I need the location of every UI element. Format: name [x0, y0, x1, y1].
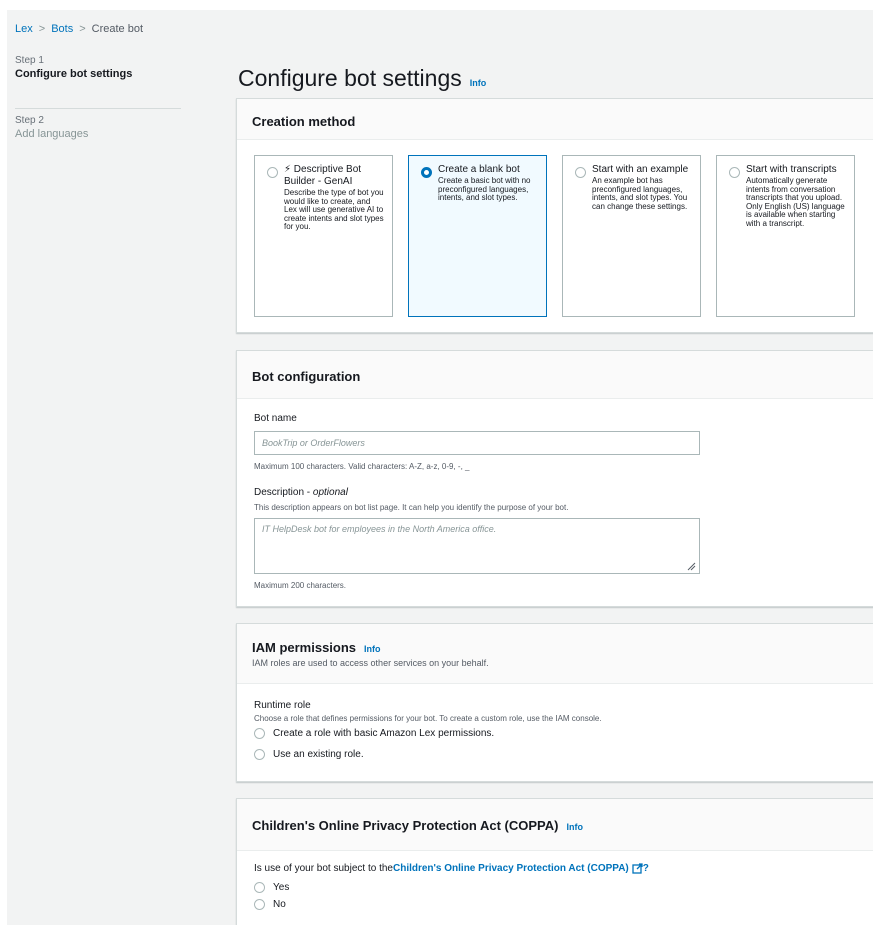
coppa-header: Children's Online Privacy Protection Act… [237, 799, 873, 851]
tile-blank-bot-body: Create a basic bot with no preconfigured… [438, 176, 531, 203]
description-optional: optional [312, 487, 348, 498]
runtime-role-help: Choose a role that defines permissions f… [254, 714, 602, 723]
radio-coppa-no[interactable] [254, 899, 265, 910]
step-divider [15, 108, 181, 109]
tile-transcripts[interactable]: Start with transcripts Automatically gen… [716, 155, 855, 317]
radio-example[interactable] [575, 167, 586, 178]
step-2-title: Add languages [15, 128, 89, 140]
tile-transcripts-body: Automatically generate intents from conv… [746, 176, 845, 228]
iam-permissions-panel: IAM permissions Info IAM roles are used … [236, 623, 873, 782]
breadcrumb-bots[interactable]: Bots [51, 23, 73, 35]
option-create-role[interactable]: Create a role with basic Amazon Lex perm… [254, 728, 494, 739]
option-coppa-no[interactable]: No [254, 899, 286, 910]
tile-genai[interactable]: ⚡ Descriptive Bot Builder - GenAI Descri… [254, 155, 393, 317]
creation-method-header: Creation method [237, 99, 873, 140]
description-textarea[interactable]: IT HelpDesk bot for employees in the Nor… [254, 518, 700, 574]
external-link-icon[interactable] [632, 863, 643, 874]
description-hint: Maximum 200 characters. [254, 581, 347, 590]
radio-existing-role[interactable] [254, 749, 265, 760]
description-label: Description - optional [254, 487, 348, 498]
iam-info-link[interactable]: Info [364, 644, 381, 654]
coppa-question-pre: Is use of your bot subject to the [254, 863, 393, 874]
option-existing-role[interactable]: Use an existing role. [254, 749, 364, 760]
bot-name-input[interactable]: BookTrip or OrderFlowers [254, 431, 700, 455]
bot-configuration-panel: Bot configuration Bot name BookTrip or O… [236, 350, 873, 607]
coppa-question: Is use of your bot subject to the Childr… [254, 863, 649, 874]
option-coppa-yes-label: Yes [273, 882, 290, 893]
page-info-link[interactable]: Info [470, 78, 487, 88]
radio-blank-bot[interactable] [421, 167, 432, 178]
radio-genai[interactable] [267, 167, 278, 178]
iam-description: IAM roles are used to access other servi… [252, 658, 489, 668]
breadcrumb: Lex > Bots > Create bot [15, 23, 143, 35]
coppa-info-link[interactable]: Info [566, 822, 583, 832]
tile-example[interactable]: Start with an example An example bot has… [562, 155, 701, 317]
tile-example-title: Start with an example [592, 164, 689, 175]
breadcrumb-current: Create bot [91, 23, 144, 35]
step-1-number: Step 1 [15, 55, 44, 66]
description-placeholder: IT HelpDesk bot for employees in the Nor… [262, 524, 497, 534]
step-1-title: Configure bot settings [15, 68, 133, 80]
tile-blank-bot-title: Create a blank bot [438, 164, 520, 175]
description-help: This description appears on bot list pag… [254, 503, 569, 512]
bot-name-label: Bot name [254, 413, 297, 424]
creation-method-tiles: ⚡ Descriptive Bot Builder - GenAI Descri… [254, 155, 855, 317]
creation-method-panel: Creation method ⚡ Descriptive Bot Builde… [236, 98, 873, 333]
breadcrumb-separator: > [38, 23, 46, 35]
step-1[interactable]: Step 1 Configure bot settings [15, 55, 132, 80]
tile-blank-bot[interactable]: Create a blank bot Create a basic bot wi… [408, 155, 547, 317]
description-label-text: Description - [254, 487, 313, 498]
radio-transcripts[interactable] [729, 167, 740, 178]
iam-title-text: IAM permissions [252, 640, 357, 655]
iam-header: IAM permissions Info IAM roles are used … [237, 624, 873, 684]
iam-title: IAM permissions Info [252, 640, 858, 655]
resize-grip-icon[interactable] [686, 561, 696, 571]
bot-configuration-title: Bot configuration [252, 369, 361, 384]
coppa-title: Children's Online Privacy Protection Act… [252, 818, 858, 833]
page-frame: Lex > Bots > Create bot Step 1 Configure… [7, 10, 873, 925]
option-existing-role-label: Use an existing role. [273, 749, 364, 760]
tile-transcripts-title: Start with transcripts [746, 164, 837, 175]
page-title-text: Configure bot settings [238, 65, 462, 91]
option-coppa-yes[interactable]: Yes [254, 882, 289, 893]
step-2-number: Step 2 [15, 115, 44, 126]
breadcrumb-lex[interactable]: Lex [15, 23, 33, 35]
tile-genai-body: Describe the type of bot you would like … [284, 188, 384, 232]
coppa-question-post: ? [642, 863, 649, 874]
radio-coppa-yes[interactable] [254, 882, 265, 893]
tile-genai-title: ⚡ Descriptive Bot Builder - GenAI [284, 164, 362, 187]
runtime-role-label: Runtime role [254, 700, 311, 711]
step-2: Step 2 Add languages [15, 115, 88, 140]
page-title: Configure bot settings Info [238, 65, 486, 92]
option-create-role-label: Create a role with basic Amazon Lex perm… [273, 728, 495, 739]
option-coppa-no-label: No [273, 899, 286, 910]
bot-name-hint: Maximum 100 characters. Valid characters… [254, 462, 470, 471]
creation-method-title: Creation method [252, 114, 356, 129]
breadcrumb-separator: > [79, 23, 86, 35]
bot-configuration-header: Bot configuration [237, 351, 873, 399]
radio-create-role[interactable] [254, 728, 265, 739]
tile-example-body: An example bot has preconfigured languag… [592, 176, 688, 211]
coppa-panel: Children's Online Privacy Protection Act… [236, 798, 873, 925]
coppa-title-text: Children's Online Privacy Protection Act… [252, 818, 559, 833]
coppa-link[interactable]: Children's Online Privacy Protection Act… [393, 863, 629, 874]
